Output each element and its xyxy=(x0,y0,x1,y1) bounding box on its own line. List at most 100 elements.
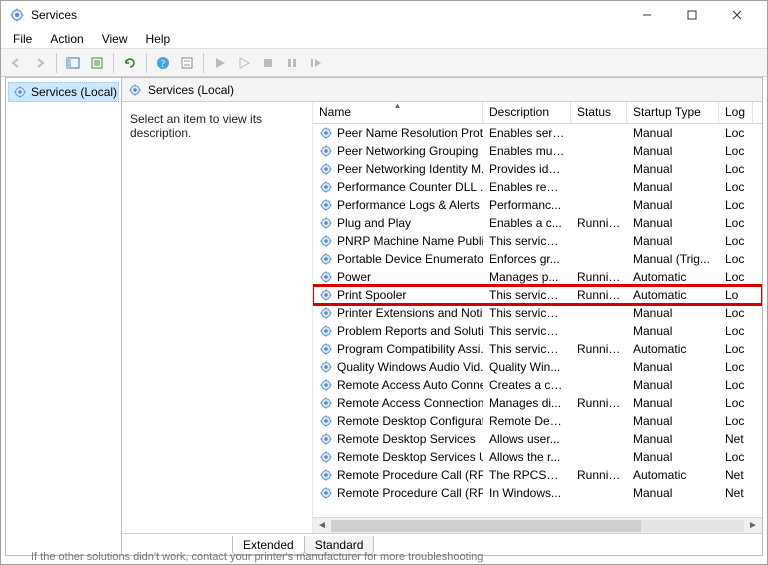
service-row[interactable]: Remote Access Auto Conne...Creates a co.… xyxy=(313,376,762,394)
minimize-button[interactable] xyxy=(624,1,669,29)
menu-view[interactable]: View xyxy=(94,30,136,48)
service-row[interactable]: Peer Networking Identity M...Provides id… xyxy=(313,160,762,178)
horizontal-scrollbar[interactable]: ◄ ► xyxy=(313,517,762,533)
maximize-button[interactable] xyxy=(669,1,714,29)
service-status: Running xyxy=(571,270,627,284)
service-description: Manages p... xyxy=(483,270,571,284)
scroll-left-icon[interactable]: ◄ xyxy=(315,520,329,531)
service-startup: Manual xyxy=(627,144,719,158)
service-row[interactable]: Remote Desktop Services U...Allows the r… xyxy=(313,448,762,466)
service-row[interactable]: Portable Device Enumerator...Enforces gr… xyxy=(313,250,762,268)
app-icon xyxy=(9,7,25,23)
service-status: Running xyxy=(571,396,627,410)
toolbar-separator xyxy=(203,53,204,73)
column-header-logon[interactable]: Log xyxy=(719,102,753,123)
export-list-button[interactable] xyxy=(86,52,108,74)
scroll-right-icon[interactable]: ► xyxy=(746,520,760,531)
service-description: Enforces gr... xyxy=(483,252,571,266)
service-description: Enables a c... xyxy=(483,216,571,230)
service-description: Allows the r... xyxy=(483,450,571,464)
service-description: Provides ide... xyxy=(483,162,571,176)
gear-icon xyxy=(319,288,333,302)
service-row[interactable]: Quality Windows Audio Vid...Quality Win.… xyxy=(313,358,762,376)
service-logon: Net xyxy=(719,468,753,482)
menu-help[interactable]: Help xyxy=(138,30,179,48)
service-logon: Loc xyxy=(719,414,753,428)
service-row[interactable]: Remote Desktop ServicesAllows user...Man… xyxy=(313,430,762,448)
service-row[interactable]: Performance Counter DLL ...Enables rem..… xyxy=(313,178,762,196)
restart-service-button[interactable] xyxy=(305,52,327,74)
scroll-thumb[interactable] xyxy=(331,520,641,532)
services-list: ▲Name Description Status Startup Type Lo… xyxy=(312,102,762,533)
service-description: Enables mul... xyxy=(483,144,571,158)
toolbar-separator xyxy=(113,53,114,73)
service-row[interactable]: Plug and PlayEnables a c...RunningManual… xyxy=(313,214,762,232)
stop-service-button[interactable] xyxy=(257,52,279,74)
content-header: Services (Local) xyxy=(122,78,762,102)
service-logon: Loc xyxy=(719,378,753,392)
service-description: Enables rem... xyxy=(483,180,571,194)
column-header-startup[interactable]: Startup Type xyxy=(627,102,719,123)
gear-icon xyxy=(319,162,333,176)
service-logon: Loc xyxy=(719,216,753,230)
gear-icon xyxy=(128,83,142,97)
column-header-name[interactable]: ▲Name xyxy=(313,102,483,123)
gear-icon xyxy=(319,252,333,266)
service-logon: Loc xyxy=(719,270,753,284)
service-row[interactable]: PowerManages p...RunningAutomaticLoc xyxy=(313,268,762,286)
tree-pane[interactable]: Services (Local) xyxy=(6,78,122,555)
gear-icon xyxy=(319,486,333,500)
service-startup: Manual xyxy=(627,216,719,230)
service-row[interactable]: Remote Procedure Call (RPC)The RPCSS ...… xyxy=(313,466,762,484)
service-name: Remote Procedure Call (RP... xyxy=(337,486,483,500)
scroll-track[interactable] xyxy=(331,520,744,532)
pause-service-button[interactable] xyxy=(281,52,303,74)
service-description: Quality Win... xyxy=(483,360,571,374)
gear-icon xyxy=(319,180,333,194)
tree-node-label: Services (Local) xyxy=(31,85,117,99)
list-rows[interactable]: Peer Name Resolution Prot...Enables serv… xyxy=(313,124,762,533)
service-row[interactable]: Peer Name Resolution Prot...Enables serv… xyxy=(313,124,762,142)
service-row[interactable]: Remote Procedure Call (RP...In Windows..… xyxy=(313,484,762,502)
service-logon: Loc xyxy=(719,252,753,266)
service-logon: Loc xyxy=(719,324,753,338)
properties-button[interactable] xyxy=(176,52,198,74)
back-button[interactable] xyxy=(5,52,27,74)
service-row[interactable]: Remote Desktop Configurat...Remote Des..… xyxy=(313,412,762,430)
service-row[interactable]: Peer Networking GroupingEnables mul...Ma… xyxy=(313,142,762,160)
start-service-alt-button[interactable] xyxy=(233,52,255,74)
service-row[interactable]: Program Compatibility Assi...This servic… xyxy=(313,340,762,358)
forward-button[interactable] xyxy=(29,52,51,74)
refresh-button[interactable] xyxy=(119,52,141,74)
service-logon: Loc xyxy=(719,342,753,356)
tree-node-services-local[interactable]: Services (Local) xyxy=(8,82,119,102)
service-description: This service ... xyxy=(483,288,571,302)
service-row[interactable]: Remote Access Connection...Manages di...… xyxy=(313,394,762,412)
show-hide-console-button[interactable] xyxy=(62,52,84,74)
start-service-button[interactable] xyxy=(209,52,231,74)
service-name: Remote Access Connection... xyxy=(337,396,483,410)
gear-icon xyxy=(319,198,333,212)
content-header-label: Services (Local) xyxy=(148,83,234,97)
gear-icon xyxy=(319,234,333,248)
close-button[interactable] xyxy=(714,1,759,29)
service-logon: Loc xyxy=(719,126,753,140)
service-name: PNRP Machine Name Publi... xyxy=(337,234,483,248)
column-header-description[interactable]: Description xyxy=(483,102,571,123)
menu-action[interactable]: Action xyxy=(42,30,91,48)
service-row[interactable]: PNRP Machine Name Publi...This service .… xyxy=(313,232,762,250)
service-row[interactable]: Performance Logs & AlertsPerformanc...Ma… xyxy=(313,196,762,214)
service-description: This service ... xyxy=(483,234,571,248)
gear-icon xyxy=(319,324,333,338)
service-startup: Manual xyxy=(627,486,719,500)
gear-icon xyxy=(319,468,333,482)
service-row[interactable]: Printer Extensions and Notif...This serv… xyxy=(313,304,762,322)
column-header-status[interactable]: Status xyxy=(571,102,627,123)
service-row[interactable]: Print SpoolerThis service ...RunningAuto… xyxy=(313,286,762,304)
menu-file[interactable]: File xyxy=(5,30,40,48)
service-startup: Automatic xyxy=(627,342,719,356)
service-row[interactable]: Problem Reports and Soluti...This servic… xyxy=(313,322,762,340)
service-description: Enables serv... xyxy=(483,126,571,140)
service-status: Running xyxy=(571,342,627,356)
help-button[interactable]: ? xyxy=(152,52,174,74)
